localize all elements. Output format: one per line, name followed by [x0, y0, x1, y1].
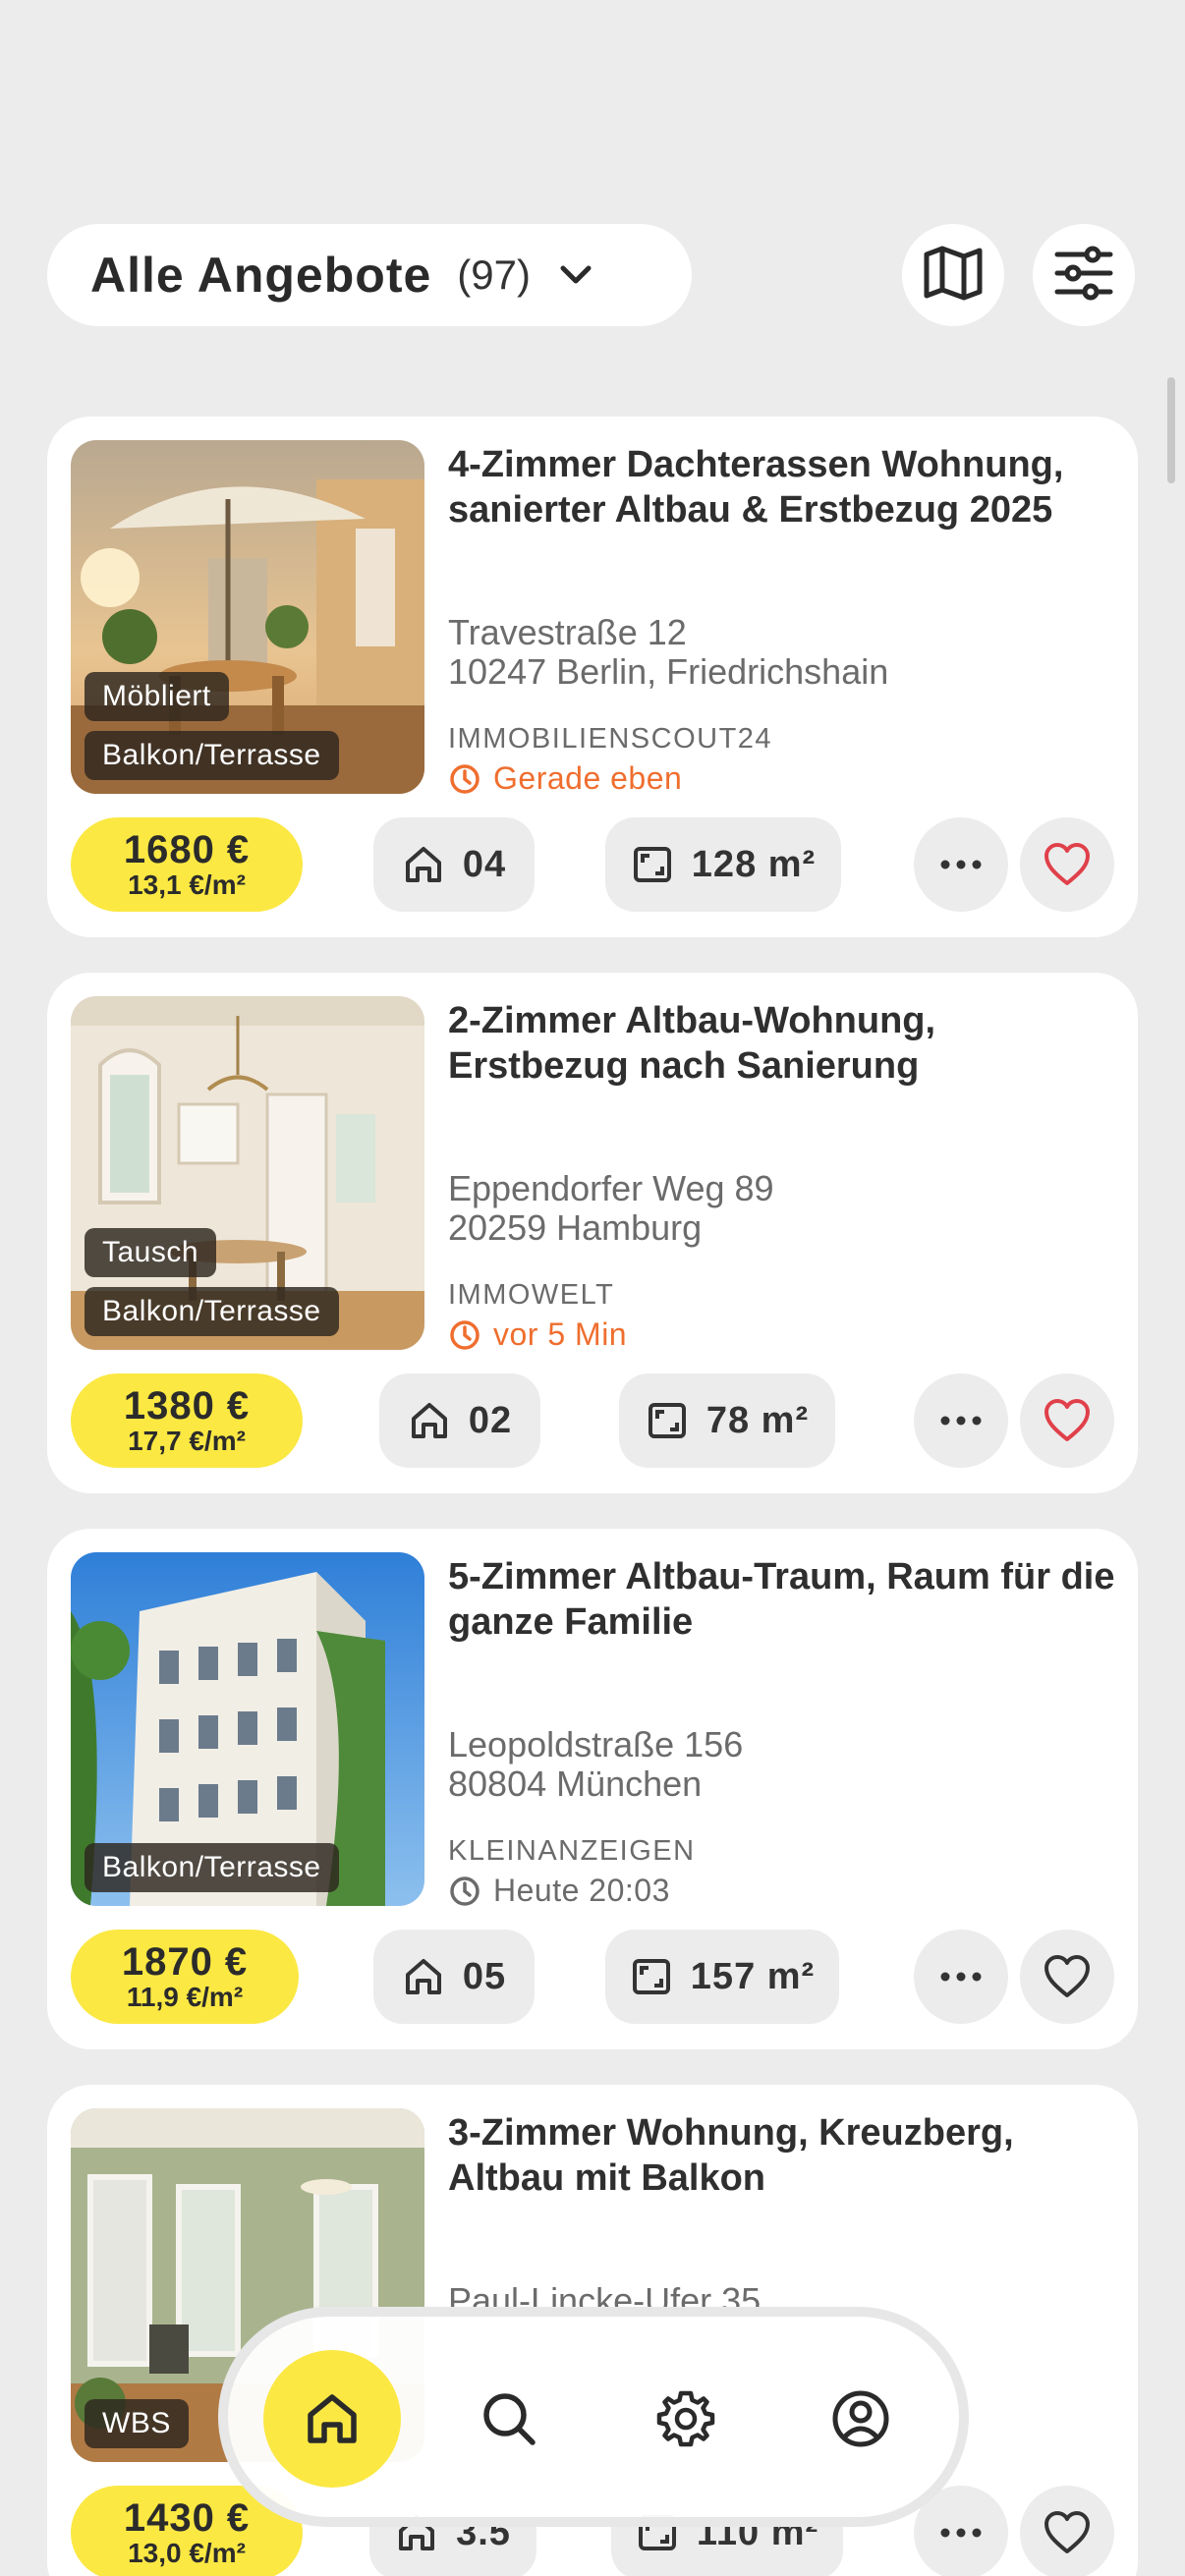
- time-label: Gerade eben: [493, 760, 683, 796]
- area-chip: 128 m²: [605, 817, 841, 912]
- address-street: Eppendorfer Weg 89: [448, 1168, 774, 1208]
- rooms-chip: 05: [373, 1930, 535, 2024]
- price-per-sqm: 17,7 €/m²: [128, 1426, 246, 1456]
- listing-title[interactable]: 3-Zimmer Wohnung, Kreuzberg, Altbau mit …: [448, 2110, 1116, 2201]
- more-options-button[interactable]: [914, 817, 1008, 912]
- filter-sliders-icon: [1051, 241, 1116, 310]
- listing-time: Gerade eben: [448, 760, 682, 797]
- area-chip: 157 m²: [605, 1930, 839, 2024]
- price-main: 1680 €: [123, 828, 251, 871]
- heart-icon: [1044, 843, 1090, 885]
- more-options-button[interactable]: [914, 1373, 1008, 1468]
- listing-title[interactable]: 4-Zimmer Dachterassen Wohnung, sanierter…: [448, 442, 1116, 532]
- rooms-value: 02: [468, 1399, 513, 1441]
- nav-search-button[interactable]: [440, 2350, 578, 2488]
- area-icon: [648, 1403, 686, 1438]
- house-icon: [405, 1959, 441, 1994]
- feature-tag: Balkon/Terrasse: [85, 1843, 339, 1892]
- heart-outline-icon: [1044, 1955, 1090, 1997]
- favorite-button[interactable]: [1020, 2486, 1114, 2576]
- nav-settings-button[interactable]: [617, 2350, 755, 2488]
- search-icon: [483, 2393, 536, 2445]
- address-street: Travestraße 12: [448, 612, 687, 652]
- listing-time: Heute 20:03: [448, 1873, 670, 1909]
- more-icon: [940, 2528, 982, 2538]
- price-main: 1430 €: [123, 2496, 251, 2540]
- more-icon: [940, 1416, 982, 1426]
- listing-photo[interactable]: Möbliert Balkon/Terrasse: [71, 440, 424, 794]
- feature-tag: Tausch: [85, 1228, 217, 1277]
- address-city: 80804 München: [448, 1764, 703, 1804]
- feature-tag: Möbliert: [85, 672, 229, 721]
- map-icon: [921, 241, 986, 310]
- chevron-down-icon: [556, 255, 595, 295]
- filter-button[interactable]: [1033, 224, 1135, 326]
- listing-card[interactable]: Tausch Balkon/Terrasse 2-Zimmer Altbau-W…: [47, 973, 1138, 1493]
- area-value: 157 m²: [690, 1955, 816, 1997]
- nav-profile-button[interactable]: [792, 2350, 930, 2488]
- listing-source: IMMOBILIENSCOUT24: [448, 723, 773, 755]
- clock-icon: [450, 1876, 480, 1906]
- listing-photo[interactable]: Balkon/Terrasse: [71, 1552, 424, 1906]
- rooms-chip: 02: [379, 1373, 540, 1468]
- area-icon: [633, 847, 671, 882]
- nav-home-button[interactable]: [263, 2350, 401, 2488]
- area-icon: [632, 1959, 670, 1994]
- feature-tag: Balkon/Terrasse: [85, 1287, 339, 1336]
- listing-source: KLEINANZEIGEN: [448, 1835, 696, 1867]
- price-badge: 1870 € 11,9 €/m²: [71, 1930, 299, 2024]
- area-chip: 78 m²: [619, 1373, 835, 1468]
- listing-photo[interactable]: Tausch Balkon/Terrasse: [71, 996, 424, 1350]
- listing-card[interactable]: Balkon/Terrasse 5-Zimmer Altbau-Traum, R…: [47, 1529, 1138, 2049]
- favorite-button[interactable]: [1020, 1373, 1114, 1468]
- scrollbar-thumb[interactable]: [1167, 377, 1175, 483]
- listing-filter-dropdown[interactable]: Alle Angebote (97): [47, 224, 692, 326]
- gear-icon: [656, 2390, 715, 2447]
- time-label: vor 5 Min: [493, 1316, 628, 1352]
- map-view-button[interactable]: [902, 224, 1004, 326]
- heart-outline-icon: [1044, 2511, 1090, 2553]
- clock-icon: [450, 763, 480, 794]
- listing-address: Travestraße 12 10247 Berlin, Friedrichsh…: [448, 613, 888, 692]
- feature-tag: Balkon/Terrasse: [85, 731, 339, 780]
- house-icon: [405, 847, 441, 882]
- rooms-value: 04: [462, 843, 507, 885]
- area-value: 78 m²: [705, 1399, 810, 1441]
- more-options-button[interactable]: [914, 1930, 1008, 2024]
- listing-count: (97): [457, 252, 531, 298]
- price-main: 1870 €: [121, 1940, 249, 1984]
- listing-source: IMMOWELT: [448, 1279, 615, 1311]
- listing-address: Leopoldstraße 156 80804 München: [448, 1725, 743, 1804]
- price-badge: 1380 € 17,7 €/m²: [71, 1373, 303, 1468]
- area-value: 128 m²: [691, 843, 817, 885]
- profile-icon: [832, 2390, 889, 2447]
- price-badge: 1680 € 13,1 €/m²: [71, 817, 303, 912]
- address-street: Leopoldstraße 156: [448, 1724, 744, 1764]
- time-label: Heute 20:03: [493, 1873, 670, 1908]
- more-icon: [940, 860, 982, 869]
- rooms-chip: 04: [373, 817, 535, 912]
- more-icon: [940, 1972, 982, 1982]
- heart-icon: [1044, 1399, 1090, 1441]
- house-icon: [411, 1403, 447, 1438]
- address-city: 20259 Hamburg: [448, 1207, 703, 1248]
- favorite-button[interactable]: [1020, 817, 1114, 912]
- feature-tag: WBS: [85, 2399, 189, 2448]
- price-per-sqm: 13,0 €/m²: [128, 2538, 246, 2568]
- favorite-button[interactable]: [1020, 1930, 1114, 2024]
- rooms-value: 05: [462, 1955, 507, 1997]
- listing-card[interactable]: Möbliert Balkon/Terrasse 4-Zimmer Dachte…: [47, 417, 1138, 937]
- listing-title[interactable]: 2-Zimmer Altbau-Wohnung, Erstbezug nach …: [448, 998, 1116, 1089]
- price-per-sqm: 13,1 €/m²: [128, 869, 246, 900]
- price-per-sqm: 11,9 €/m²: [126, 1982, 244, 2012]
- listing-title[interactable]: 5-Zimmer Altbau-Traum, Raum für die ganz…: [448, 1554, 1116, 1645]
- price-main: 1380 €: [123, 1384, 251, 1428]
- home-icon: [308, 2394, 357, 2443]
- clock-icon: [450, 1319, 480, 1350]
- listing-time: vor 5 Min: [448, 1316, 627, 1353]
- address-city: 10247 Berlin, Friedrichshain: [448, 651, 889, 692]
- listing-address: Eppendorfer Weg 89 20259 Hamburg: [448, 1169, 774, 1248]
- bottom-navigation: [218, 2307, 969, 2527]
- page-title: Alle Angebote: [90, 248, 432, 303]
